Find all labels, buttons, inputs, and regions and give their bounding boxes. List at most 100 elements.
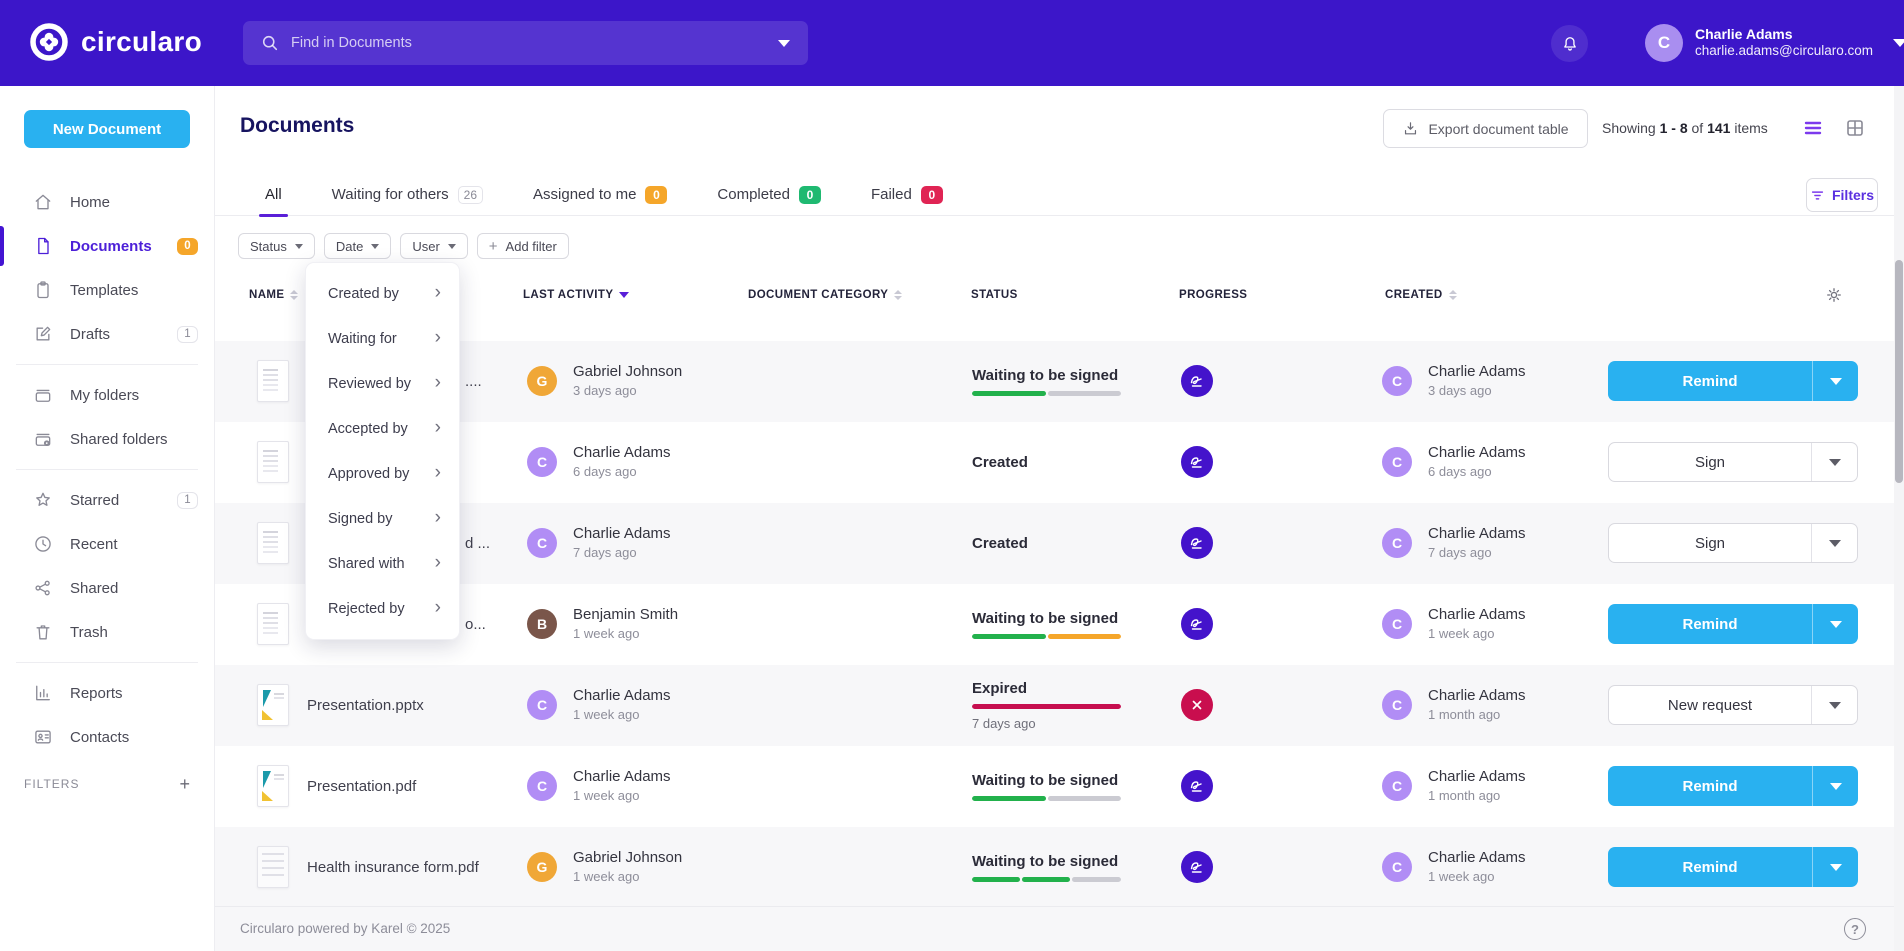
action-remind-button[interactable]: Remind (1608, 361, 1812, 401)
sidebar-item-templates[interactable]: Templates (0, 268, 214, 312)
column-header-document-category[interactable]: DOCUMENT CATEGORY (748, 289, 902, 301)
action-dropdown-caret-button[interactable] (1812, 604, 1858, 644)
sidebar-item-trash[interactable]: Trash (0, 610, 214, 654)
status-label: Created (972, 535, 1132, 552)
caret-down-icon (1829, 540, 1841, 547)
document-thumbnail-icon (257, 684, 289, 726)
filter-chip-user[interactable]: User (400, 233, 467, 259)
help-button[interactable]: ? (1844, 918, 1866, 940)
sidebar-item-recent[interactable]: Recent (0, 522, 214, 566)
notifications-button[interactable] (1551, 25, 1588, 62)
tab-assigned-to-me[interactable]: Assigned to me0 (533, 174, 667, 216)
column-header-created[interactable]: CREATED (1385, 289, 1457, 301)
last-activity-avatar: B (527, 609, 557, 639)
menu-item-accepted-by[interactable]: Accepted by› (306, 406, 459, 451)
action-new-request-button[interactable]: New request (1609, 686, 1811, 724)
document-row[interactable]: Presentation.pptx C Charlie Adams 1 week… (215, 665, 1904, 746)
action-remind-button[interactable]: Remind (1608, 766, 1812, 806)
document-row[interactable]: Health insurance form.pdf G Gabriel John… (215, 827, 1904, 908)
search-input[interactable] (291, 35, 778, 51)
last-activity-cell: Charlie Adams 7 days ago (573, 524, 671, 562)
chevron-right-icon: › (435, 598, 441, 617)
document-row[interactable]: d ... C Charlie Adams 7 days ago Created… (215, 503, 1904, 584)
footer-text: Circularo powered by Karel © 2025 (240, 921, 450, 936)
user-name: Charlie Adams (1695, 26, 1873, 44)
document-icon (33, 236, 53, 256)
last-activity-cell: Benjamin Smith 1 week ago (573, 605, 678, 643)
sidebar-item-drafts[interactable]: Drafts1 (0, 312, 214, 356)
global-search[interactable] (243, 21, 808, 65)
tab-all[interactable]: All (265, 174, 282, 216)
sidebar-item-label: My folders (70, 387, 139, 404)
created-time: 1 week ago (1428, 868, 1526, 886)
sidebar-item-shared-folders[interactable]: Shared folders (0, 417, 214, 461)
column-settings-gear-icon[interactable] (1824, 285, 1844, 305)
document-thumbnail-icon (257, 360, 289, 402)
search-scope-caret-icon[interactable] (778, 40, 790, 47)
chevron-right-icon: › (435, 328, 441, 347)
action-dropdown-caret-button[interactable] (1811, 524, 1857, 562)
menu-item-signed-by[interactable]: Signed by› (306, 496, 459, 541)
menu-item-shared-with[interactable]: Shared with› (306, 541, 459, 586)
column-label: DOCUMENT CATEGORY (748, 289, 888, 301)
filter-chip-date[interactable]: Date (324, 233, 391, 259)
tab-failed[interactable]: Failed0 (871, 174, 943, 216)
last-activity-cell: Charlie Adams 6 days ago (573, 443, 671, 481)
filter-chip-status[interactable]: Status (238, 233, 315, 259)
column-header-name[interactable]: NAME (249, 289, 298, 301)
add-saved-filter-button[interactable]: + (179, 775, 190, 793)
sidebar-item-contacts[interactable]: Contacts (0, 715, 214, 759)
sidebar-item-documents[interactable]: Documents0 (0, 224, 214, 268)
action-dropdown-caret-button[interactable] (1812, 361, 1858, 401)
new-document-button[interactable]: New Document (24, 110, 190, 148)
action-dropdown-caret-button[interactable] (1812, 847, 1858, 887)
export-document-table-button[interactable]: Export document table (1383, 109, 1588, 148)
sidebar-filters-section: FILTERS + (24, 775, 190, 793)
sidebar-item-home[interactable]: Home (0, 180, 214, 224)
column-header-status[interactable]: STATUS (971, 289, 1018, 301)
action-dropdown-caret-button[interactable] (1811, 686, 1857, 724)
document-row[interactable]: Presentation.pdf C Charlie Adams 1 week … (215, 746, 1904, 827)
list-view-button[interactable] (1803, 118, 1823, 138)
status-label: Waiting to be signed (972, 853, 1132, 870)
filters-button[interactable]: Filters (1806, 178, 1878, 212)
action-dropdown-caret-button[interactable] (1812, 766, 1858, 806)
last-activity-name: Benjamin Smith (573, 605, 678, 625)
add-filter-button[interactable]: +Add filter (477, 233, 569, 259)
menu-item-label: Rejected by (328, 601, 405, 617)
sidebar-item-starred[interactable]: Starred1 (0, 478, 214, 522)
menu-item-reviewed-by[interactable]: Reviewed by› (306, 361, 459, 406)
action-sign-button[interactable]: Sign (1609, 524, 1811, 562)
table-header: NAME LAST ACTIVITY DOCUMENT CATEGORY STATUS… (215, 282, 1904, 312)
action-remind-button[interactable]: Remind (1608, 604, 1812, 644)
scrollbar-thumb[interactable] (1895, 260, 1903, 483)
action-sign-button[interactable]: Sign (1609, 443, 1811, 481)
tab-waiting-for-others[interactable]: Waiting for others26 (332, 174, 483, 216)
menu-item-waiting-for[interactable]: Waiting for› (306, 316, 459, 361)
menu-item-rejected-by[interactable]: Rejected by › (306, 586, 459, 631)
menu-item-approved-by[interactable]: Approved by› (306, 451, 459, 496)
user-email: charlie.adams@circularo.com (1695, 43, 1873, 60)
sidebar-item-my-folders[interactable]: My folders (0, 373, 214, 417)
tab-completed[interactable]: Completed0 (717, 174, 821, 216)
created-name: Charlie Adams (1428, 605, 1526, 625)
progress-segment-gray (1072, 877, 1121, 882)
sidebar-item-shared[interactable]: Shared (0, 566, 214, 610)
grid-view-button[interactable] (1845, 118, 1865, 138)
column-header-last-activity[interactable]: LAST ACTIVITY (523, 289, 629, 301)
column-header-progress[interactable]: PROGRESS (1179, 289, 1247, 301)
action-dropdown-caret-button[interactable] (1811, 443, 1857, 481)
document-row[interactable]: C Charlie Adams 6 days ago Created C Cha… (215, 422, 1904, 503)
action-remind-button[interactable]: Remind (1608, 847, 1812, 887)
menu-item-created-by[interactable]: Created by› (306, 271, 459, 316)
document-row[interactable]: o... B Benjamin Smith 1 week ago Waiting… (215, 584, 1904, 665)
sidebar-item-reports[interactable]: Reports (0, 671, 214, 715)
status-cell: Created (972, 503, 1132, 584)
document-thumbnail-icon (257, 603, 289, 645)
document-row[interactable]: .... G Gabriel Johnson 3 days ago Waitin… (215, 341, 1904, 422)
sort-desc-active-icon (619, 292, 629, 298)
sidebar-item-label: Drafts (70, 326, 110, 343)
brand-logo[interactable]: circularo (30, 23, 202, 61)
vertical-scrollbar[interactable] (1894, 86, 1904, 951)
user-menu[interactable]: C Charlie Adams charlie.adams@circularo.… (1645, 24, 1904, 62)
